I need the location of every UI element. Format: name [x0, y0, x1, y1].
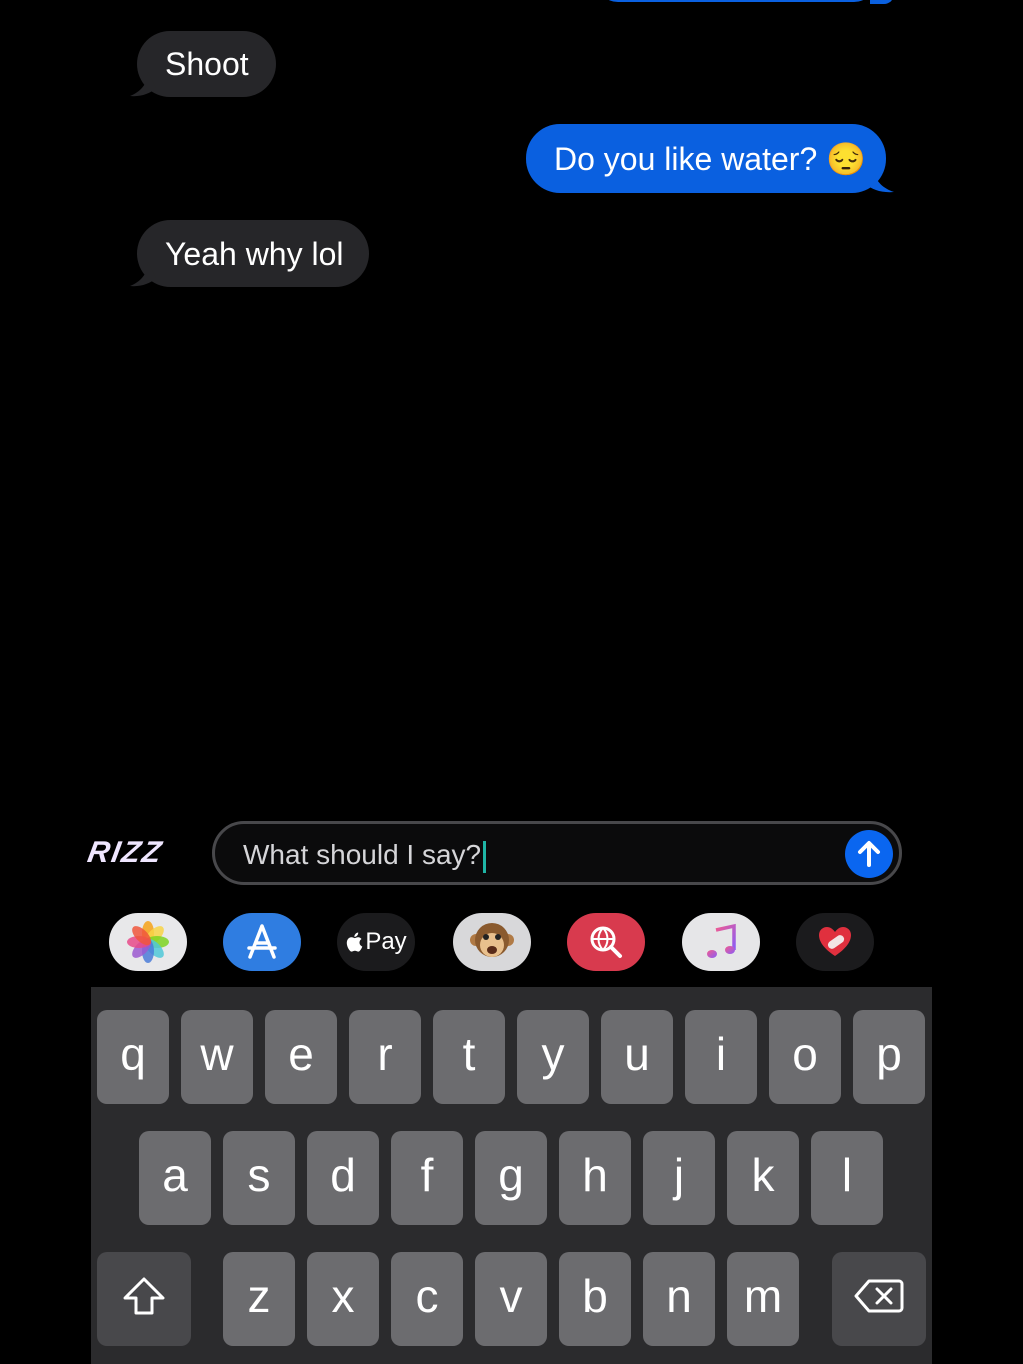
key-c[interactable]: c: [391, 1252, 463, 1346]
apple-logo-icon: [347, 932, 363, 952]
key-x[interactable]: x: [307, 1252, 379, 1346]
message-text: Shoot: [165, 46, 249, 82]
incoming-message[interactable]: Shoot: [137, 31, 276, 97]
photos-icon[interactable]: [109, 913, 187, 971]
globe-magnifier-icon: [590, 926, 622, 958]
key-m[interactable]: m: [727, 1252, 799, 1346]
heart-bandage-icon: [819, 927, 851, 956]
backspace-icon: [854, 1279, 904, 1313]
incoming-bubble-tail: [130, 72, 156, 97]
music-note-icon: [707, 923, 736, 958]
app-store-icon[interactable]: [223, 913, 301, 971]
key-t[interactable]: t: [433, 1010, 505, 1104]
message-text: Do you like water? 😔: [554, 140, 866, 177]
key-w[interactable]: w: [181, 1010, 253, 1104]
shift-key[interactable]: [97, 1252, 191, 1346]
key-n[interactable]: n: [643, 1252, 715, 1346]
partial-outgoing-bubble: [596, 0, 876, 2]
key-k[interactable]: k: [727, 1131, 799, 1225]
key-o[interactable]: o: [769, 1010, 841, 1104]
app-store-a-icon: [247, 924, 277, 959]
key-s[interactable]: s: [223, 1131, 295, 1225]
outgoing-message[interactable]: Do you like water? 😔: [526, 124, 886, 193]
monkey-face-icon: [470, 923, 514, 957]
music-icon[interactable]: [682, 913, 760, 971]
key-h[interactable]: h: [559, 1131, 631, 1225]
arrow-up-icon: [858, 841, 880, 867]
key-v[interactable]: v: [475, 1252, 547, 1346]
key-q[interactable]: q: [97, 1010, 169, 1104]
web-search-icon[interactable]: [567, 913, 645, 971]
animoji-monkey-icon[interactable]: [453, 913, 531, 971]
rizz-logo: RIZZ: [85, 836, 166, 869]
delete-key[interactable]: [832, 1252, 926, 1346]
incoming-message[interactable]: Yeah why lol: [137, 220, 369, 287]
apple-pay-icon[interactable]: Pay: [337, 913, 415, 971]
keyboard: q w e r t y u i o p a s d f g h j k l z …: [91, 987, 932, 1364]
incoming-bubble-tail: [130, 262, 156, 287]
key-z[interactable]: z: [223, 1252, 295, 1346]
key-a[interactable]: a: [139, 1131, 211, 1225]
message-text: Yeah why lol: [165, 235, 344, 272]
apple-pay-label: Pay: [365, 928, 407, 955]
send-button[interactable]: [845, 830, 893, 878]
message-input-text: What should I say?: [243, 839, 487, 873]
key-b[interactable]: b: [559, 1252, 631, 1346]
digital-touch-icon[interactable]: [796, 913, 874, 971]
outgoing-bubble-tail: [866, 168, 894, 193]
key-y[interactable]: y: [517, 1010, 589, 1104]
key-i[interactable]: i: [685, 1010, 757, 1104]
key-r[interactable]: r: [349, 1010, 421, 1104]
key-d[interactable]: d: [307, 1131, 379, 1225]
key-u[interactable]: u: [601, 1010, 673, 1104]
text-caret: [483, 840, 487, 873]
key-f[interactable]: f: [391, 1131, 463, 1225]
key-l[interactable]: l: [811, 1131, 883, 1225]
shift-arrow-icon: [123, 1277, 165, 1315]
message-input[interactable]: What should I say?: [212, 821, 902, 885]
photos-flower-icon: [127, 921, 169, 963]
key-j[interactable]: j: [643, 1131, 715, 1225]
partial-bubble-tail: [870, 0, 894, 4]
key-g[interactable]: g: [475, 1131, 547, 1225]
key-p[interactable]: p: [853, 1010, 925, 1104]
key-e[interactable]: e: [265, 1010, 337, 1104]
